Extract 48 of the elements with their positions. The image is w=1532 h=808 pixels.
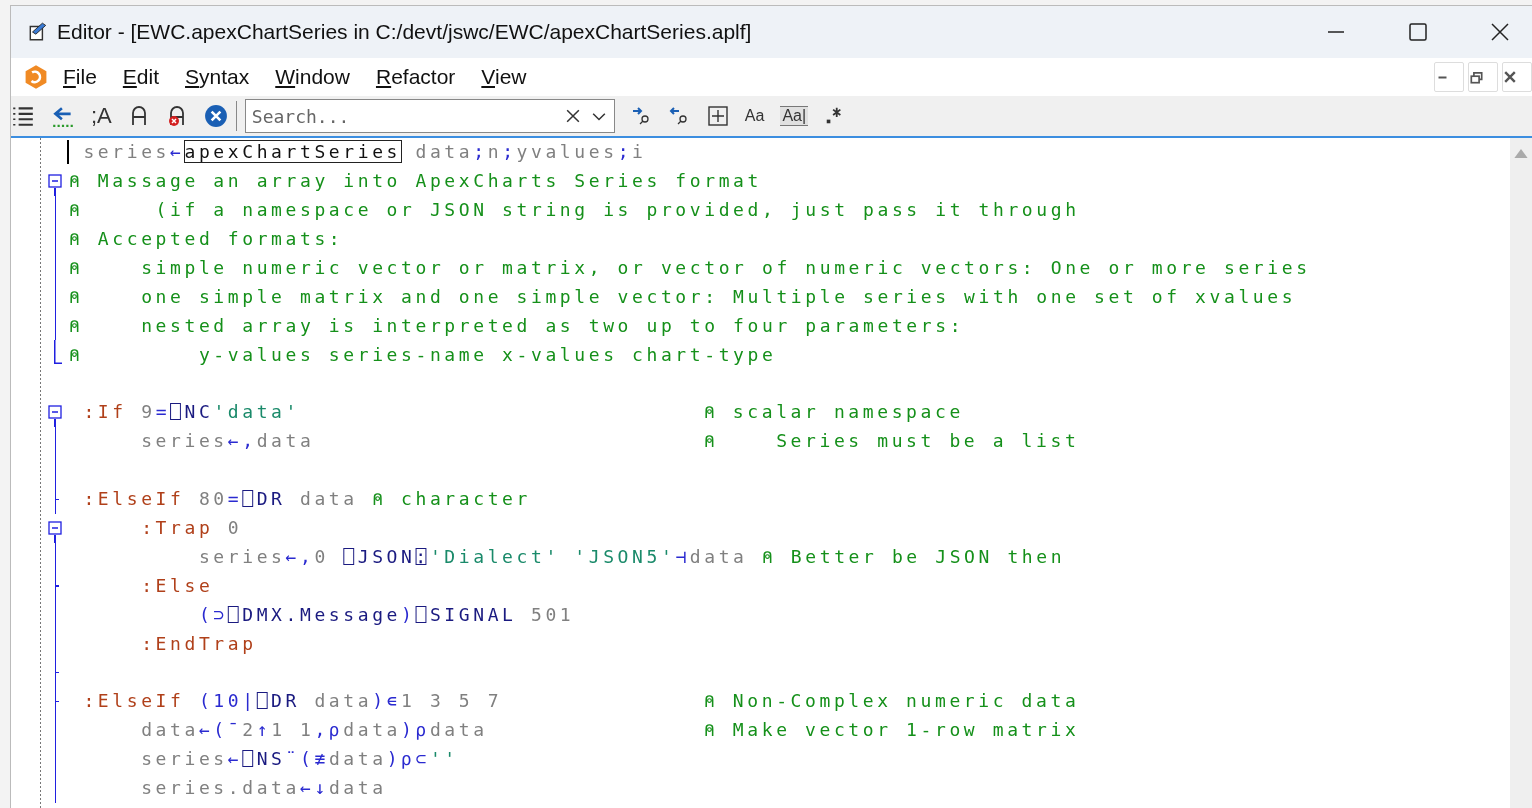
code-line: :If 9=⎕NC'data' ⍝ scalar namespace <box>82 400 964 425</box>
comment-glyph-icon[interactable]: ;A <box>91 103 112 129</box>
code-line: :Trap 0 <box>140 516 243 540</box>
close-button[interactable] <box>1502 62 1532 92</box>
code-line: ⍝ nested array is interpreted as two up to four parameters: <box>69 313 965 338</box>
close-icon <box>1504 71 1516 83</box>
fold-toggle-icon[interactable] <box>48 404 62 419</box>
menu-item[interactable]: Window <box>275 65 350 89</box>
list-icon[interactable] <box>11 104 35 128</box>
cancel-icon[interactable] <box>203 104 228 128</box>
menu-item[interactable]: Edit <box>122 65 160 89</box>
code-line: series←,data ⍝ Series must be a list <box>140 429 1080 454</box>
minimize-icon <box>1436 75 1448 79</box>
fold-toggle-icon[interactable] <box>48 520 62 535</box>
code-line: series←,0 ⎕JSON⍠'Dialect' 'JSON5'⊣data ⍝ Better be JSON then <box>197 544 1066 569</box>
whole-word-icon[interactable]: Aa| <box>780 106 809 126</box>
search-field[interactable]: Search... <box>249 104 554 128</box>
expand-box-icon[interactable] <box>706 105 729 127</box>
code-line: ⍝ simple numeric vector or matrix, or vector of numeric vectors: One or more series <box>69 256 1311 280</box>
search-box[interactable]: Search... <box>244 99 615 133</box>
code-line: series←apexChartSeries data;n;yvalues;i <box>67 140 647 165</box>
code-line: ⍝ one simple matrix and one simple vector: Multiple series with one set of xvalues <box>69 284 1297 309</box>
code-line: data←(¯2↑1 1,⍴data)⍴data ⍝ Make vector 1-row matrix <box>140 718 1080 743</box>
restore-button[interactable] <box>1468 62 1498 92</box>
code-line: :EndTrap <box>140 631 257 656</box>
maximize-icon[interactable] <box>1408 22 1428 42</box>
code-line: series←⎕NS¨(≢data)⍴⊂'' <box>140 747 459 772</box>
window-title: Editor - [EWC.apexChartSeries in C:/devt/jswc/EWC/apexChartSeries.aplf] <box>57 20 752 44</box>
logo-icon <box>23 64 49 90</box>
edit-document-icon <box>27 21 49 43</box>
code-line: :ElseIf 80=⎕DR data ⍝ character <box>82 487 531 512</box>
code-line: ⍝ (if a namespace or JSON string is provided, just pass it through <box>69 198 1080 223</box>
code-line: :ElseIf (10|⎕DR data)∊1 3 5 7 ⍝ Non-Complex numeric data <box>82 689 1080 714</box>
clear-icon[interactable] <box>565 109 580 123</box>
menu-item[interactable]: View <box>481 65 527 89</box>
code-line: :Else <box>140 573 214 598</box>
code-line: ⍝ Accepted formats: <box>69 227 344 252</box>
code-line: ⍝ Massage an array into ApexCharts Series format <box>69 169 762 194</box>
close-icon[interactable] <box>1490 22 1510 42</box>
code-line: (⊃⎕DMX.Message)⎕SIGNAL 501 <box>197 602 575 627</box>
code-line: series.data←↓data <box>140 776 387 801</box>
code-line: ⍝ y-values series-name x-values chart-type <box>69 342 777 367</box>
fold-toggle-icon[interactable] <box>48 173 62 188</box>
menu-item[interactable]: Syntax <box>185 65 250 89</box>
match-case-icon[interactable]: Aa <box>744 107 765 125</box>
restore-icon <box>1469 70 1483 84</box>
menu-item[interactable]: Refactor <box>375 65 456 89</box>
menu-item[interactable]: File <box>63 65 97 89</box>
